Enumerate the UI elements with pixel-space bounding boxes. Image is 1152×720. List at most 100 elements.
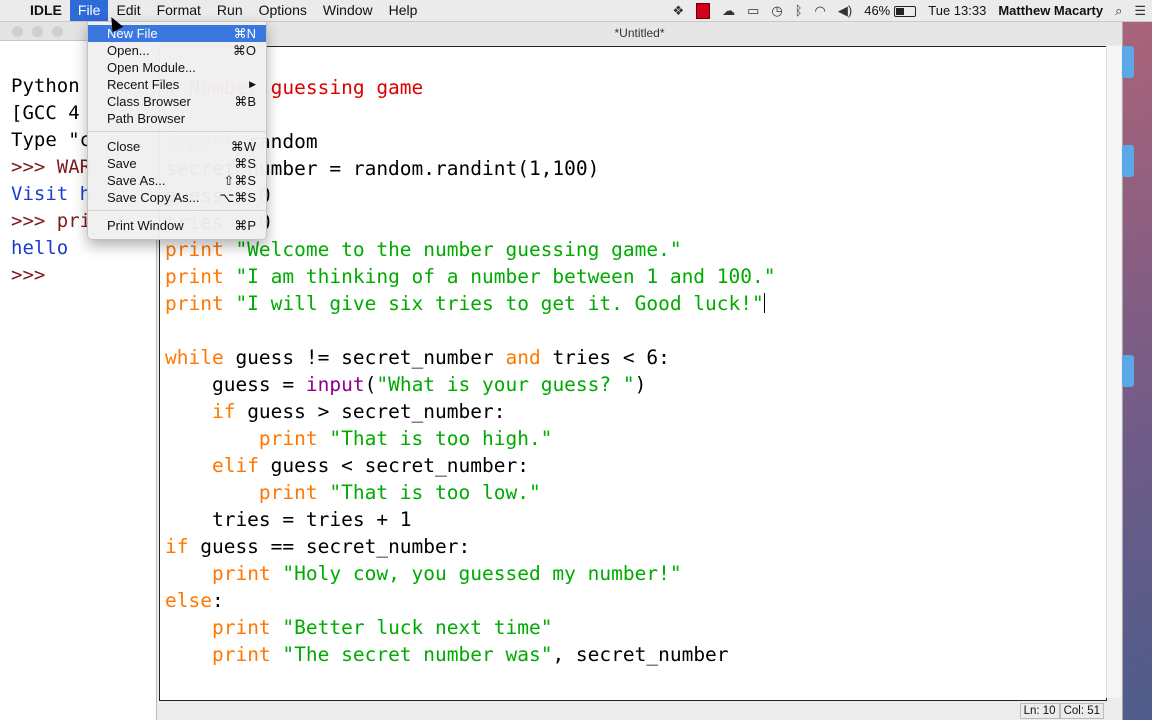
code-token: "That is too high." [317,427,553,450]
file-menu-item-save-copy-as[interactable]: Save Copy As... ⌥⌘S [88,189,266,206]
desktop-item-icon[interactable] [1122,145,1134,177]
zoom-window-button[interactable] [52,26,63,37]
code-token: if [165,535,189,558]
cloud-icon[interactable]: ☁ [716,0,741,21]
battery-icon [894,6,917,18]
code-token: "What is your guess? " [376,373,635,396]
code-token: print [211,562,271,585]
code-token: "The secret number was" [270,643,553,666]
code-token: print [165,265,224,288]
user-name[interactable]: Matthew Macarty [992,0,1109,21]
code-token: guess = [165,373,306,396]
status-area: ❖ ☁ ▭ ◷ ᛒ ◠ ◀) 46% Tue 13:33 Matthew Mac… [666,0,1152,21]
clock[interactable]: Tue 13:33 [922,0,992,21]
shell-line: Type "c [11,129,92,151]
code-editor-area[interactable]: # Number guessing game​import randomsecr… [159,46,1107,701]
code-token: guess != secret_number [223,346,506,369]
menu-item-shortcut: ⌘P [234,218,256,233]
wifi-icon[interactable]: ◠ [809,0,832,21]
code-line: tries = tries + 1 [165,506,775,533]
shell-line: [GCC 4 [11,102,80,124]
close-window-button[interactable] [12,26,23,37]
menu-file[interactable]: File [69,0,109,21]
menu-run[interactable]: Run [209,0,251,21]
battery-percent: 46% [864,3,891,18]
code-token: guess == secret_number: [188,535,471,558]
editor-title[interactable]: *Untitled* [157,22,1122,45]
code-line: print "I will give six tries to get it. … [165,290,775,317]
menu-separator [88,210,266,211]
code-line: print "I am thinking of a number between… [165,263,775,290]
editor-scrollbar[interactable] [1106,46,1121,698]
minimize-window-button[interactable] [32,26,43,37]
shell-line: Visit h [11,183,92,205]
code-token: "That is too low." [317,481,541,504]
code-line: ​ [165,317,775,344]
code-token: "I am thinking of a number between 1 and… [223,265,776,288]
desktop-item-icon[interactable] [1122,46,1134,78]
menu-options[interactable]: Options [251,0,315,21]
file-menu-item-open[interactable]: Open... ⌘O [88,42,266,59]
editor-window: *Untitled* # Number guessing game​import… [156,22,1123,720]
shell-line: Python [11,75,80,97]
code-token: , secret_number [552,643,729,666]
menu-window[interactable]: Window [315,0,381,21]
menu-item-label: Save As... [107,173,166,188]
menu-item-label: Open Module... [107,60,196,75]
menu-item-shortcut: ⌘W [230,139,256,154]
notification-center-icon[interactable]: ☰ [1128,0,1152,21]
code-token: while [165,346,224,369]
menu-item-label: Close [107,139,141,154]
file-menu-item-open-module[interactable]: Open Module... [88,59,266,76]
code-token: "I will give six tries to get it. Good l… [223,292,764,315]
menu-format[interactable]: Format [149,0,209,21]
file-menu-item-path-browser[interactable]: Path Browser [88,110,266,127]
code-token: print [258,427,318,450]
column-indicator: Col: 51 [1059,703,1104,719]
menu-item-shortcut: ⌘S [234,156,256,171]
code-line: while guess != secret_number and tries <… [165,344,775,371]
dropbox-icon[interactable]: ❖ [666,0,690,21]
file-menu-item-save[interactable]: Save ⌘S [88,155,266,172]
menu-item-shortcut: ⌘N [233,26,256,41]
spotlight-search-icon[interactable]: ⌕ [1109,0,1128,21]
code-token: tries = tries + 1 [165,508,412,531]
code-token: "Better luck next time" [270,616,553,639]
menu-item-label: Save Copy As... [107,190,200,205]
menu-item-label: Open... [107,43,150,58]
file-menu-item-save-as[interactable]: Save As... ⇧⌘S [88,172,266,189]
editor-status-bar: Ln: 10 Col: 51 [1019,703,1104,719]
code-line: guess = input("What is your guess? ") [165,371,775,398]
bluetooth-icon[interactable]: ᛒ [789,0,809,21]
battery-status[interactable]: 46% [858,0,922,21]
text-caret [763,293,765,313]
shell-line: >>> pri [11,210,92,232]
volume-icon[interactable]: ◀) [832,0,858,21]
code-token: print [211,616,271,639]
shell-output[interactable]: Python [GCC 4 Type "c >>> WAR Visit h >>> pri… [11,46,91,343]
file-menu-item-print-window[interactable]: Print Window ⌘P [88,217,266,234]
code-token: ( [364,373,377,396]
menu-help[interactable]: Help [381,0,426,21]
time-machine-icon[interactable]: ◷ [765,0,788,21]
file-menu-item-recent-files[interactable]: Recent Files ▶ [88,76,266,93]
menu-item-label: Path Browser [107,111,186,126]
apple-icon[interactable] [0,0,22,21]
record-icon[interactable] [696,2,711,19]
menu-item-shortcut: ⇧⌘S [223,173,256,188]
code-token: ) [634,373,647,396]
airplay-icon[interactable]: ▭ [741,0,765,21]
menu-item-label: Print Window [107,218,184,233]
desktop-item-icon[interactable] [1122,355,1134,387]
code-line: print "Better luck next time" [165,614,775,641]
code-token: guess > secret_number: [235,400,506,423]
app-menu-idle[interactable]: IDLE [22,0,70,21]
code-token: elif [211,454,259,477]
file-menu-item-class-browser[interactable]: Class Browser ⌘B [88,93,266,110]
file-menu-item-close[interactable]: Close ⌘W [88,138,266,155]
code-token: "Welcome to the number guessing game." [223,238,682,261]
code-token: print [165,292,224,315]
